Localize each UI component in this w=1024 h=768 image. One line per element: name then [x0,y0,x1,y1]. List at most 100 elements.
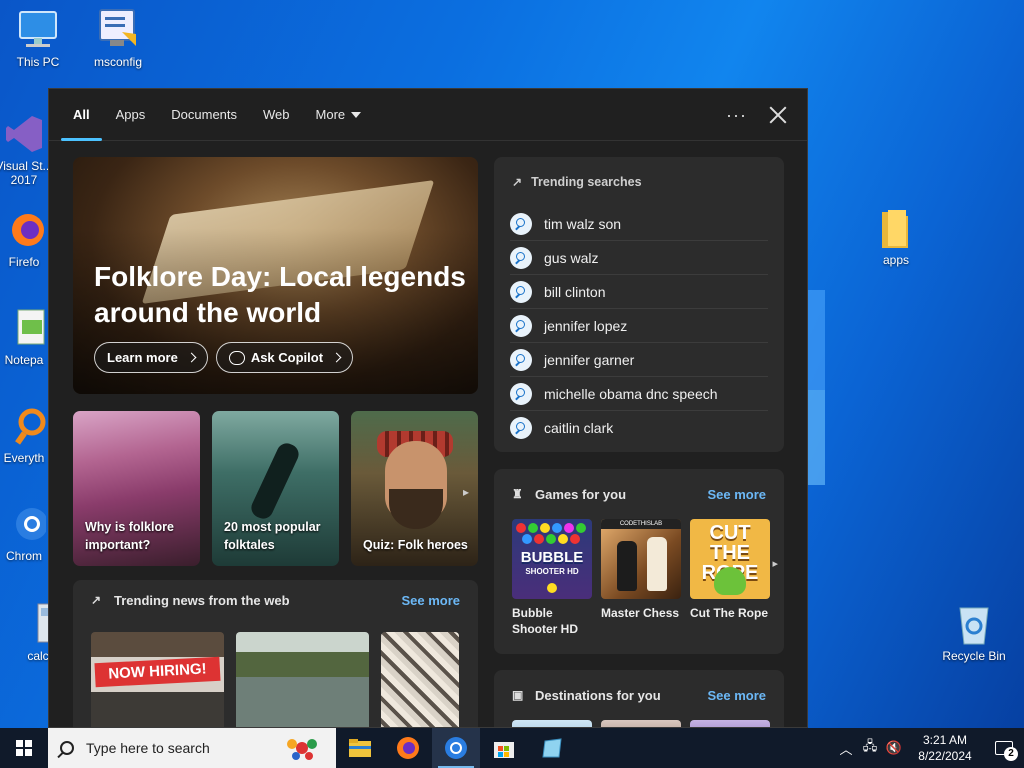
game-name: Cut The Rope [690,606,768,620]
learn-more-button[interactable]: Learn more [94,342,208,373]
store-taskbar-button[interactable] [480,728,528,768]
cards-next-arrow-icon[interactable]: ▸ [463,485,477,505]
news-thumbnail[interactable]: NOW HIRING! [91,632,224,727]
topic-card[interactable]: Why is folklore important? [73,411,200,566]
games-section: ♜ Games for you See more BUBBLE SHOOTER … [494,469,784,654]
desktop-icon-msconfig[interactable]: msconfig [80,8,156,69]
search-icon [510,382,532,405]
clock-date: 8/22/2024 [918,749,972,763]
search-icon [510,417,532,439]
cut-the-rope-art: CUT THE ROPE [690,519,770,599]
tab-apps[interactable]: Apps [116,89,146,141]
hero-title: Folklore Day: Local legends around the w… [94,261,466,328]
trending-search-item[interactable]: gus walz [510,241,768,275]
clock-time: 3:21 AM [922,733,968,747]
volume-muted-icon[interactable]: 🔇 [882,740,906,756]
trending-search-item[interactable]: michelle obama dnc speech [510,377,768,411]
tab-more[interactable]: More [316,89,362,141]
network-icon[interactable]: 🖧 [858,737,882,759]
destination-thumbnail[interactable] [601,720,681,727]
caret-down-icon [351,112,362,119]
games-next-arrow-icon[interactable]: ▸ [772,557,778,570]
news-thumbnail[interactable] [381,632,459,727]
more-options-button[interactable]: ··· [726,105,747,126]
game-tile[interactable]: CODETHISLAB Master Chess [601,519,681,637]
game-name: Bubble Shooter HD [512,606,578,636]
trending-search-item[interactable]: jennifer lopez [510,309,768,343]
trending-news-see-more[interactable]: See more [401,593,460,608]
search-icon [510,280,532,303]
search-icon [510,348,532,371]
trending-search-item[interactable]: caitlin clark [510,411,768,445]
learn-more-label: Learn more [107,350,178,365]
topic-cards: Why is folklore important? 20 most popul… [73,411,478,566]
destinations-title: Destinations for you [535,687,661,703]
desktop-icon-recycle-bin[interactable]: Recycle Bin [936,602,1012,663]
trending-search-text: caitlin clark [544,420,614,436]
game-tile[interactable]: CUT THE ROPE Cut The Rope [690,519,770,637]
trending-search-text: gus walz [544,249,599,266]
trending-news-title: Trending news from the web [114,592,290,608]
file-explorer-taskbar-button[interactable] [336,728,384,768]
trending-search-item[interactable]: jennifer garner [510,343,768,377]
taskbar: Type here to search ︿ 🖧 🔇 3:21 AM 8/22/2… [0,728,1024,768]
game-tile[interactable]: BUBBLE SHOOTER HD Bubble Shooter HD [512,519,592,637]
start-button[interactable] [0,728,48,768]
topic-card[interactable]: Quiz: Folk heroes [351,411,478,566]
close-button[interactable] [769,106,787,124]
search-highlight-flower-icon [287,739,317,760]
desktop-icon-label: This PC [16,55,60,69]
trending-news-section: ↗ Trending news from the web See more NO… [73,580,478,727]
firefox-taskbar-button[interactable] [384,728,432,768]
notification-center-button[interactable]: 2 [984,728,1024,768]
desktop-icon-apps-folder[interactable]: apps [858,206,934,267]
destination-thumbnail[interactable] [512,720,592,727]
ask-copilot-label: Ask Copilot [250,350,324,365]
topic-card-caption: 20 most popular folktales [224,520,321,552]
master-chess-art: CODETHISLAB [601,519,681,599]
chat-bubble-icon [228,350,245,365]
search-placeholder: Type here to search [86,740,210,756]
system-tray: ︿ 🖧 🔇 3:21 AM 8/22/2024 2 [834,728,1024,768]
chevron-right-icon [186,352,197,363]
news-thumbnail[interactable] [236,632,369,727]
trending-search-item[interactable]: tim walz son [510,207,768,241]
topic-card[interactable]: 20 most popular folktales [212,411,339,566]
topic-card-caption: Why is folklore important? [85,520,174,552]
trending-search-item[interactable]: bill clinton [510,275,768,309]
ask-copilot-button[interactable]: Ask Copilot [215,342,354,373]
tab-web[interactable]: Web [263,89,290,141]
folder-icon [349,739,371,757]
chrome-icon [2,502,48,546]
windows-logo-icon [16,740,32,756]
chrome-taskbar-button[interactable] [432,728,480,768]
trending-search-text: bill clinton [544,283,606,300]
chevron-up-icon[interactable]: ︿ [834,739,858,758]
trending-search-text: michelle obama dnc speech [544,385,718,402]
trending-searches-section: ↗ Trending searches tim walz son gus wal… [494,157,784,452]
desktop-icon-label: Recycle Bin [942,649,1006,663]
desktop-icon-label: msconfig [93,55,143,69]
app-taskbar-button[interactable] [528,728,576,768]
hero-card[interactable]: Folklore Day: Local legends around the w… [73,157,478,394]
visual-studio-icon [2,112,46,156]
trending-searches-title: Trending searches [531,175,642,189]
computer-icon [16,8,60,52]
bubble-shooter-art: BUBBLE SHOOTER HD [512,519,592,599]
game-name: Master Chess [601,606,680,620]
tab-documents[interactable]: Documents [171,89,237,141]
everything-search-icon [2,404,46,448]
taskbar-search-box[interactable]: Type here to search [48,728,336,768]
clock[interactable]: 3:21 AM 8/22/2024 [906,732,984,764]
trending-search-text: jennifer lopez [544,317,628,334]
app-icon [542,738,562,758]
destinations-see-more[interactable]: See more [707,688,766,703]
search-icon [510,314,532,337]
desktop-icon-this-pc[interactable]: This PC [0,8,76,69]
games-see-more[interactable]: See more [707,487,766,502]
trending-arrow-icon: ↗ [91,593,102,607]
tab-all[interactable]: All [61,89,101,141]
desktop-icon-label: apps [882,253,910,267]
destination-thumbnail[interactable] [690,720,770,727]
luggage-icon: ▣ [512,688,524,702]
